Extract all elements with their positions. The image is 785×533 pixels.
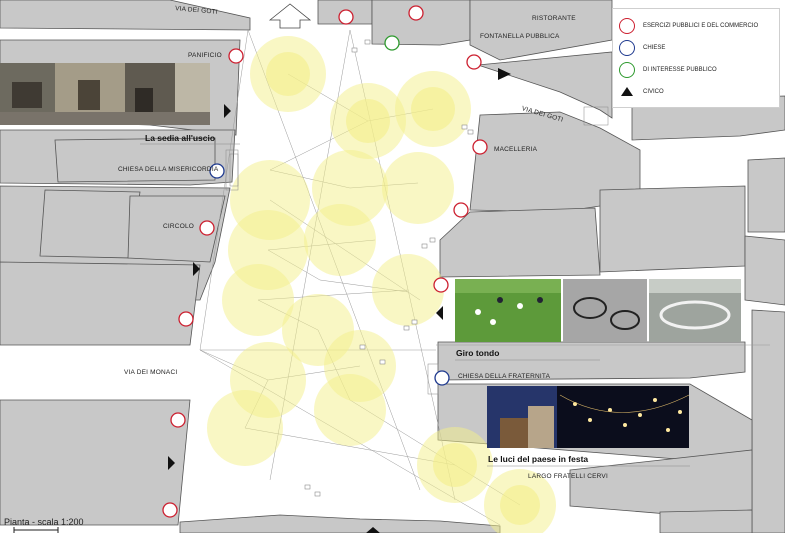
building <box>39 189 141 259</box>
place-label-largo: LARGO FRATELLI CERVI <box>528 473 608 480</box>
place-label-fontanella: FONTANELLA PUBBLICA <box>480 33 560 40</box>
entrance-arrow-icon <box>268 3 312 29</box>
seat <box>467 129 474 135</box>
building <box>477 51 613 119</box>
seat <box>421 243 428 249</box>
legend-label: ESERCIZI PUBBLICI E DEL COMMERCIO <box>643 23 759 29</box>
public-marker <box>384 35 400 51</box>
photo-sedia <box>0 63 210 125</box>
legend-item-civic: CIVICO <box>619 84 664 100</box>
building <box>0 399 191 526</box>
seat <box>379 359 386 365</box>
building <box>54 137 216 183</box>
legend-item-commerce: ESERCIZI PUBBLICI E DEL COMMERCIO <box>619 18 758 34</box>
place-label-misericordia: CHIESA DELLA MISERICORDIA <box>118 166 219 173</box>
place-label-macelleria: MACELLERIA <box>494 146 538 153</box>
commerce-marker <box>170 412 186 428</box>
commerce-marker <box>162 502 178 518</box>
place-label-circolo: CIRCOLO <box>163 223 195 230</box>
building <box>659 509 753 533</box>
commerce-marker <box>178 311 194 327</box>
seat <box>403 325 410 331</box>
place-label-fraternita: CHIESA DELLA FRATERNITA <box>458 373 551 380</box>
commerce-marker <box>466 54 482 70</box>
photo-girotondo <box>455 279 741 342</box>
commerce-marker <box>433 277 449 293</box>
building <box>744 235 785 306</box>
church-circle-icon <box>619 40 635 56</box>
seat <box>314 491 321 497</box>
place-label-ristorante: RISTORANTE <box>532 15 576 22</box>
light-halo <box>207 390 283 466</box>
building <box>599 185 746 273</box>
commerce-marker <box>472 139 488 155</box>
public-circle-icon <box>619 62 635 78</box>
commerce-marker <box>228 48 244 64</box>
building <box>0 261 201 346</box>
caption-sedia: La sedia all'uscio <box>145 133 216 143</box>
light-halo <box>372 254 444 326</box>
place-label-panificio: PANIFICIO <box>188 52 222 59</box>
seat <box>364 39 371 45</box>
caption-luci: Le luci del paese in festa <box>488 454 589 464</box>
building <box>751 309 785 533</box>
light-halo <box>304 204 376 276</box>
legend-label: CIVICO <box>643 89 664 95</box>
legend-item-public: DI INTERESSE PUBBLICO <box>619 62 717 78</box>
scale-label: Pianta - scala 1:200 <box>4 517 84 527</box>
light-halo <box>500 485 540 525</box>
seat <box>429 237 436 243</box>
building <box>179 514 501 533</box>
commerce-circle-icon <box>619 18 635 34</box>
scale-bar <box>13 527 59 533</box>
light-halo <box>382 152 454 224</box>
civic-triangle-icon <box>621 87 633 96</box>
seat <box>359 344 366 350</box>
building <box>747 157 785 233</box>
building <box>439 207 601 278</box>
legend-label: DI INTERESSE PUBBLICO <box>643 67 717 73</box>
photo-luci <box>487 386 690 448</box>
legend-label: CHIESE <box>643 45 666 51</box>
commerce-marker <box>453 202 469 218</box>
commerce-marker <box>199 220 215 236</box>
light-halo <box>266 52 310 96</box>
street-label-via-dei-monaci: VIA DEI MONACI <box>124 369 178 376</box>
seat <box>304 484 311 490</box>
light-halo <box>346 99 390 143</box>
legend: ESERCIZI PUBBLICI E DEL COMMERCIO CHIESE… <box>612 8 780 108</box>
light-halo <box>411 87 455 131</box>
plan-map: VIA DEI GOTI VIA DEI GOTI VIA DEI MONACI… <box>0 0 785 533</box>
light-halo <box>433 443 477 487</box>
seat <box>461 124 468 130</box>
light-halo <box>314 374 386 446</box>
building <box>569 449 753 516</box>
seat <box>351 47 358 53</box>
commerce-marker <box>338 9 354 25</box>
legend-item-church: CHIESE <box>619 40 665 56</box>
church-marker <box>434 370 450 386</box>
seat <box>411 319 418 325</box>
commerce-marker <box>408 5 424 21</box>
building <box>469 0 613 61</box>
caption-girotondo: Giro tondo <box>456 348 500 358</box>
